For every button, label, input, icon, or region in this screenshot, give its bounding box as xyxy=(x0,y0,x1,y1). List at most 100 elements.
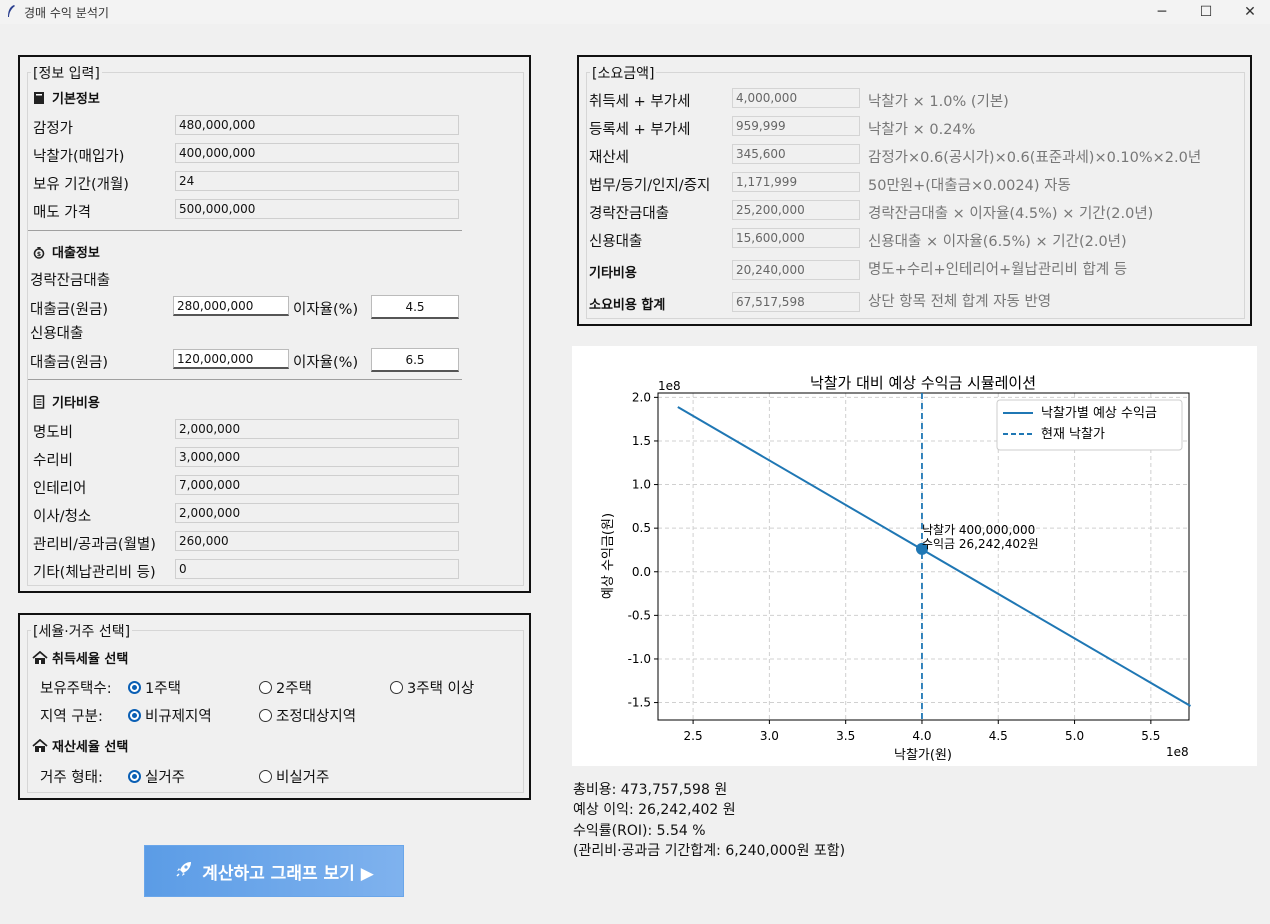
minimize-button[interactable]: ─ xyxy=(1139,0,1185,24)
other-cost-title: 기타비용 xyxy=(52,396,100,411)
separator xyxy=(28,379,462,380)
radio-empty-icon xyxy=(259,770,272,783)
chart-title: 낙찰가 대비 예상 수익금 시뮬레이션 xyxy=(810,374,1036,392)
costs-legend: [소요금액] xyxy=(590,63,657,83)
cost-sum-label: 소요비용 합계 xyxy=(589,298,666,313)
legend-series-label: 낙찰가별 예상 수익금 xyxy=(1041,406,1157,421)
residence-nonactual-radio[interactable]: 비실거주 xyxy=(259,766,329,787)
mortgage-loan-title: 경락잔금대출 xyxy=(30,273,111,289)
sale-price-label: 매도 가격 xyxy=(33,205,91,221)
chart-legend: 낙찰가별 예상 수익금 현재 낙찰가 xyxy=(996,399,1183,451)
point-annotation-profit: 수익금 26,242,402원 xyxy=(922,537,1039,551)
property-tax-header: 재산세율 선택 xyxy=(32,736,128,755)
x-tick-label: 4.0 xyxy=(912,729,931,743)
residence-actual-radio[interactable]: 실거주 xyxy=(128,766,185,787)
appraisal-input[interactable]: 480,000,000 xyxy=(175,115,459,135)
reg-tax-label: 등록세 + 부가세 xyxy=(589,122,691,138)
x-tick-label: 5.0 xyxy=(1065,729,1084,743)
region-label: 지역 구분: xyxy=(40,709,103,725)
calculate-button-label: 계산하고 그래프 보기 ▶ xyxy=(202,863,374,884)
eviction-label: 명도비 xyxy=(33,425,74,441)
region-nonregulated-radio[interactable]: 비규제지역 xyxy=(128,705,212,726)
y-tick-label: 0.0 xyxy=(632,565,651,579)
management-fee-input[interactable]: 260,000 xyxy=(175,531,459,551)
calculate-button[interactable]: 계산하고 그래프 보기 ▶ xyxy=(144,845,404,897)
reg-tax-desc: 낙찰가 × 0.24% xyxy=(868,122,976,138)
property-tax-value: 345,600 xyxy=(732,144,860,164)
house-icon xyxy=(32,650,48,665)
svg-text:$: $ xyxy=(37,251,41,258)
mortgage-rate-label: 이자율(%) xyxy=(293,302,359,318)
credit-interest-label: 신용대출 xyxy=(589,234,643,250)
radio-selected-icon xyxy=(128,770,141,783)
x-tick-label: 3.0 xyxy=(760,729,779,743)
y-offset-label: 1e8 xyxy=(658,379,681,393)
houses-owned-label: 보유주택수: xyxy=(40,681,112,697)
mortgage-rate-input[interactable]: 4.5 xyxy=(371,295,459,319)
houses-1-radio[interactable]: 1주택 xyxy=(128,677,181,698)
mortgage-interest-label: 경락잔금대출 xyxy=(589,206,670,222)
eviction-input[interactable]: 2,000,000 xyxy=(175,419,459,439)
houses-2-radio[interactable]: 2주택 xyxy=(259,677,312,698)
chart-panel: 2.5 3.0 3.5 4.0 4.5 5.0 5.5 2.0 1.5 1.0 0.5 0.0 -0.5… xyxy=(572,346,1257,766)
repair-label: 수리비 xyxy=(33,453,74,469)
mortgage-interest-value: 25,200,000 xyxy=(732,200,860,220)
maximize-button[interactable]: ☐ xyxy=(1183,0,1229,24)
radio-selected-icon xyxy=(128,709,141,722)
appraisal-label: 감정가 xyxy=(33,121,74,137)
credit-rate-input[interactable]: 6.5 xyxy=(371,348,459,372)
loan-info-header: $ 대출정보 xyxy=(32,242,100,261)
misc-cost-input[interactable]: 0 xyxy=(175,559,459,579)
y-tick-label: 1.5 xyxy=(632,434,651,448)
repair-input[interactable]: 3,000,000 xyxy=(175,447,459,467)
mortgage-interest-desc: 경락잔금대출 × 이자율(4.5%) × 기간(2.0년) xyxy=(868,206,1154,222)
mortgage-amount-input[interactable]: 280,000,000 xyxy=(173,296,289,316)
houses-3plus-label: 3주택 이상 xyxy=(407,681,475,697)
holding-period-input[interactable]: 24 xyxy=(175,171,459,191)
residence-label: 거주 형태: xyxy=(40,770,103,786)
profit-chart: 2.5 3.0 3.5 4.0 4.5 5.0 5.5 2.0 1.5 1.0 0.5 0.0 -0.5… xyxy=(601,374,1192,763)
series-line-profit xyxy=(677,406,1192,707)
title-bar: 경매 수익 분석기 ─ ☐ ✕ xyxy=(0,0,1270,24)
radio-empty-icon xyxy=(390,681,403,694)
y-axis-label: 예상 수익금(원) xyxy=(601,513,616,599)
summary-total-cost: 총비용: 473,757,598 원 xyxy=(573,782,728,798)
houses-3plus-radio[interactable]: 3주택 이상 xyxy=(390,677,474,698)
misc-cost-label: 기타(체납관리비 등) xyxy=(33,565,156,581)
cost-sum-desc: 상단 항목 전체 합계 자동 반영 xyxy=(868,294,1052,310)
property-tax-label: 재산세 xyxy=(589,150,630,166)
receipt-icon xyxy=(32,394,46,409)
residence-actual-label: 실거주 xyxy=(145,770,186,786)
other-total-desc: 명도+수리+인테리어+월납관리비 합계 등 xyxy=(868,262,1128,278)
acq-tax-desc: 낙찰가 × 1.0% (기본) xyxy=(868,94,1009,110)
legal-fee-desc: 50만원+(대출금×0.0024) 자동 xyxy=(868,178,1071,194)
x-tick-label: 5.5 xyxy=(1141,729,1160,743)
bid-price-input[interactable]: 400,000,000 xyxy=(175,143,459,163)
info-panel: [정보 입력] 기본정보 감정가 480,000,000 낙찰가(매입가) 40… xyxy=(18,55,531,593)
credit-interest-desc: 신용대출 × 이자율(6.5%) × 기간(2.0년) xyxy=(868,234,1127,250)
sale-price-input[interactable]: 500,000,000 xyxy=(175,199,459,219)
credit-loan-title: 신용대출 xyxy=(30,326,84,342)
region-nonregulated-label: 비규제지역 xyxy=(145,709,212,725)
summary-roi: 수익률(ROI): 5.54 % xyxy=(573,823,706,839)
radio-empty-icon xyxy=(259,681,272,694)
tax-legend: [세율·거주 선택] xyxy=(31,621,133,641)
moving-input[interactable]: 2,000,000 xyxy=(175,503,459,523)
other-total-label: 기타비용 xyxy=(589,266,637,281)
y-tick-label: -0.5 xyxy=(628,608,651,622)
interior-input[interactable]: 7,000,000 xyxy=(175,475,459,495)
tax-panel: [세율·거주 선택] 취득세율 선택 보유주택수: 1주택 2주택 3주택 이상… xyxy=(18,613,531,800)
legal-fee-value: 1,171,999 xyxy=(732,172,860,192)
houses-2-label: 2주택 xyxy=(276,681,312,697)
legal-fee-label: 법무/등기/인지/증지 xyxy=(589,178,711,194)
credit-amount-input[interactable]: 120,000,000 xyxy=(173,349,289,369)
management-fee-label: 관리비/공과금(월별) xyxy=(33,537,156,553)
x-tick-label: 2.5 xyxy=(684,729,703,743)
window-title: 경매 수익 분석기 xyxy=(24,6,109,20)
radio-selected-icon xyxy=(128,681,141,694)
credit-amount-label: 대출금(원금) xyxy=(30,355,109,371)
reg-tax-value: 959,999 xyxy=(732,116,860,136)
close-button[interactable]: ✕ xyxy=(1227,0,1270,24)
region-regulated-radio[interactable]: 조정대상지역 xyxy=(259,705,356,726)
y-tick-label: 1.0 xyxy=(632,478,651,492)
